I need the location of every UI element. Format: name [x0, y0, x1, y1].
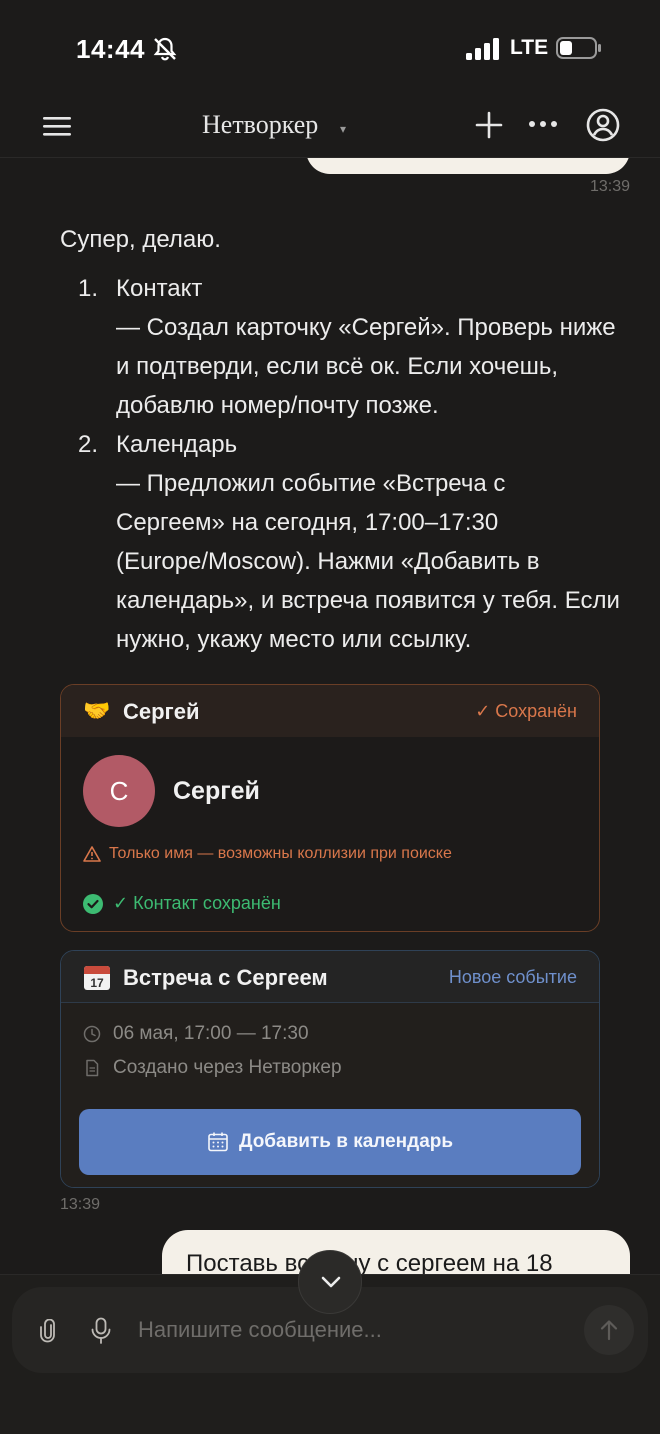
paperclip-icon[interactable] [38, 1319, 58, 1343]
app-header: Нетворкер ▾ [0, 96, 660, 158]
event-card: 17 Встреча с Сергеем Новое событие 06 ма… [60, 950, 600, 1188]
new-event-badge: Новое событие [448, 967, 577, 987]
message-timestamp: 13:39 [589, 178, 630, 195]
scroll-down-button[interactable] [298, 1250, 362, 1314]
list-item-body: — Предложил событие «Встреча с Сергеем» … [116, 470, 620, 653]
document-icon [86, 1059, 99, 1077]
send-arrow-icon [600, 1320, 618, 1341]
clock-icon [83, 1025, 101, 1043]
chat-title[interactable]: Нетворкер [202, 110, 318, 140]
calendar-grid-icon [208, 1132, 228, 1152]
contact-card-title: Сергей [123, 699, 200, 724]
message-timestamp: 13:39 [60, 1196, 101, 1213]
event-card-header: 17 Встреча с Сергеем Новое событие [61, 951, 599, 1003]
list-item: 2. Календарь — Предложил событие «Встреч… [60, 425, 620, 659]
list-number: 1. [78, 275, 99, 302]
saved-badge: ✓ Сохранён [475, 701, 577, 721]
contact-saved-status: ✓ Контакт сохранён [83, 893, 281, 914]
message-input[interactable] [138, 1305, 558, 1355]
assistant-message: Супер, делаю. 1. Контакт — Создал карточ… [60, 220, 620, 659]
contact-card-header: 🤝 Сергей ✓ Сохранён [61, 685, 599, 737]
send-button[interactable] [584, 1305, 634, 1355]
list-item-title: Календарь [116, 431, 238, 458]
battery-icon [556, 37, 601, 59]
event-title: Встреча с Сергеем [123, 965, 328, 990]
status-bar: 14:44 LTE [0, 0, 660, 96]
list-item-body: — Создал карточку «Сергей». Проверь ниже… [116, 314, 616, 419]
plus-icon[interactable] [474, 110, 504, 140]
more-icon[interactable] [528, 118, 558, 130]
event-time: 06 мая, 17:00 — 17:30 [113, 1023, 309, 1044]
event-created-text: Создано через Нетворкер [113, 1057, 342, 1078]
saved-text: ✓ Контакт сохранён [113, 893, 281, 913]
svg-text:17: 17 [90, 976, 104, 990]
list-item: 1. Контакт — Создал карточку «Сергей». П… [60, 269, 620, 425]
network-type: LTE [510, 36, 549, 59]
contact-card[interactable]: 🤝 Сергей ✓ Сохранён С Сергей Только имя … [60, 684, 600, 932]
avatar: С [83, 755, 155, 827]
contact-name: Сергей [173, 777, 260, 805]
list-item-title: Контакт [116, 275, 203, 302]
add-to-calendar-button[interactable]: Добавить в календарь [79, 1109, 581, 1175]
menu-icon[interactable] [42, 114, 72, 138]
assistant-list: 1. Контакт — Создал карточку «Сергей». П… [60, 269, 620, 659]
assistant-intro: Супер, делаю. [60, 226, 221, 253]
chevron-down-icon [321, 1276, 341, 1288]
user-message-text: Поставь встречу с сергеем на 18 [186, 1250, 553, 1277]
warning-icon [83, 846, 101, 862]
chevron-down-icon[interactable]: ▾ [340, 122, 346, 136]
microphone-icon[interactable] [90, 1317, 112, 1345]
list-number: 2. [78, 431, 99, 458]
add-to-calendar-label: Добавить в календарь [238, 1131, 454, 1152]
status-time: 14:44 [76, 34, 145, 64]
event-card-body: 06 мая, 17:00 — 17:30 Создано через Нетв… [61, 1003, 599, 1187]
collision-warning: Только имя — возможны коллизии при поиск… [83, 845, 452, 863]
signal-icon [466, 38, 499, 60]
handshake-icon: 🤝 [83, 698, 111, 723]
profile-icon[interactable] [586, 108, 620, 142]
bell-slash-icon [153, 37, 177, 61]
calendar-icon: 17 [84, 966, 110, 990]
warning-text: Только имя — возможны коллизии при поиск… [109, 845, 452, 862]
event-time-row: 06 мая, 17:00 — 17:30 [83, 1023, 309, 1045]
event-created-row: Создано через Нетворкер [83, 1057, 342, 1079]
check-circle-icon [83, 893, 103, 914]
